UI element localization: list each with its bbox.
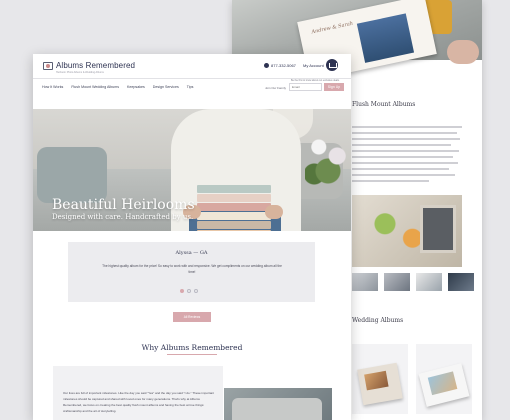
hero-subtitle: Designed with care. Handcrafted by us. xyxy=(52,213,194,221)
email-field[interactable] xyxy=(289,83,322,91)
back-hero-image: Andrew & Sarah xyxy=(232,0,482,81)
album-logo-icon xyxy=(43,61,53,70)
thumbnail[interactable] xyxy=(384,273,410,291)
testimonial-text: The highest quality album for the price!… xyxy=(102,264,282,274)
nav-item-flush-mount[interactable]: Flush Mount Wedding Albums xyxy=(71,85,119,89)
title-underline xyxy=(167,354,217,355)
phone-link[interactable]: 877-332-5067 xyxy=(264,63,296,68)
phone-icon xyxy=(264,63,269,68)
testimonial-author: Alyssa — GA xyxy=(175,250,208,256)
thumbnail[interactable] xyxy=(352,273,378,291)
product-card[interactable] xyxy=(416,344,472,414)
thumbnail[interactable] xyxy=(416,273,442,291)
carousel-dot[interactable] xyxy=(187,289,191,293)
hero-banner: Beautiful Heirlooms Designed with care. … xyxy=(33,109,351,231)
album-cover-script: Andrew & Sarah xyxy=(310,20,354,36)
nav-item-keepsakes[interactable]: Keepsakes xyxy=(127,85,145,89)
site-logo[interactable]: Albums Remembered xyxy=(43,61,135,70)
back-thumbnail-strip xyxy=(352,273,474,291)
carousel-dot[interactable] xyxy=(180,289,184,293)
carousel-dots xyxy=(180,289,198,293)
hands-image xyxy=(183,205,283,219)
logo-tagline: Heirloom Photo Albums & Wedding Albums xyxy=(56,71,104,74)
album-stack-image xyxy=(420,205,456,253)
why-section-title: Why Albums Remembered xyxy=(141,343,243,352)
why-text-panel: Our lives are full of important mileston… xyxy=(53,366,223,420)
album-book xyxy=(197,194,271,202)
nav-item-tips[interactable]: Tips xyxy=(187,85,194,89)
all-reviews-button[interactable]: All Reviews xyxy=(173,312,211,322)
album-book xyxy=(197,185,271,193)
product-card[interactable] xyxy=(352,344,408,414)
homepage-window: Albums Remembered Heirloom Photo Albums … xyxy=(33,54,351,420)
living-room-image xyxy=(224,388,332,420)
my-account-link[interactable]: My Account xyxy=(303,63,324,68)
album-cover-photo xyxy=(356,13,415,63)
sofa-image xyxy=(232,398,322,420)
hero-title: Beautiful Heirlooms xyxy=(52,197,195,213)
main-nav: How It Works Flush Mount Wedding Albums … xyxy=(42,85,193,89)
sign-up-button[interactable]: Sign Up xyxy=(324,83,344,91)
back-section-title: Flush Mount Albums xyxy=(352,101,416,108)
back-product-image xyxy=(352,195,462,267)
nav-item-how-it-works[interactable]: How It Works xyxy=(42,85,63,89)
album-book xyxy=(197,221,271,229)
back-body-text xyxy=(352,126,462,186)
album-book xyxy=(197,230,271,231)
phone-number: 877-332-5067 xyxy=(271,63,296,68)
why-text: Our lives are full of important mileston… xyxy=(63,391,215,413)
flowers-image xyxy=(305,129,351,189)
newsletter-label: Join Our Family xyxy=(265,86,287,90)
newsletter-note: Be the first to know about our exclusive… xyxy=(291,79,340,82)
nav-item-design-services[interactable]: Design Services xyxy=(153,85,179,89)
testimonial-card: Alyssa — GA The highest quality album fo… xyxy=(68,242,315,302)
hand-image xyxy=(447,40,479,64)
cart-icon[interactable] xyxy=(326,59,338,71)
carousel-dot[interactable] xyxy=(194,289,198,293)
back-subsection-title: Wedding Albums xyxy=(352,317,404,324)
pillow-image xyxy=(37,147,107,203)
logo-text: Albums Remembered xyxy=(56,61,136,70)
site-header: Albums Remembered Heirloom Photo Albums … xyxy=(33,54,351,80)
thumbnail[interactable] xyxy=(448,273,474,291)
back-product-cards xyxy=(352,344,472,414)
